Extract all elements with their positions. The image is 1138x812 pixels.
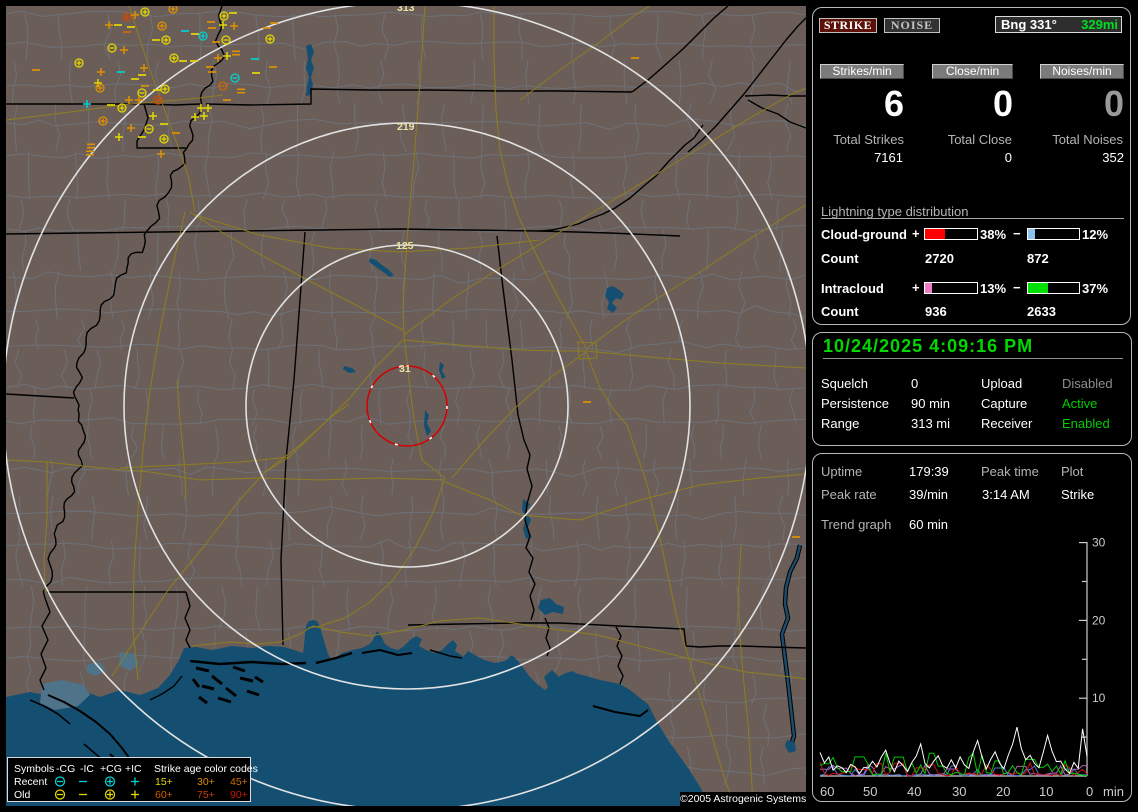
- svg-text:219: 219: [397, 121, 415, 133]
- svg-text:0: 0: [1086, 784, 1093, 799]
- svg-text:50: 50: [863, 784, 877, 799]
- svg-text:313: 313: [397, 6, 415, 14]
- svg-text:125: 125: [396, 240, 414, 252]
- svg-text:min: min: [1103, 784, 1124, 799]
- svg-text:31: 31: [399, 363, 411, 375]
- svg-text:20: 20: [996, 784, 1010, 799]
- svg-text:20: 20: [1092, 613, 1106, 627]
- svg-text:30: 30: [1092, 536, 1106, 550]
- svg-text:40: 40: [907, 784, 921, 799]
- svg-text:60: 60: [820, 784, 834, 799]
- svg-text:30: 30: [952, 784, 966, 799]
- svg-text:10: 10: [1039, 784, 1053, 799]
- svg-text:10: 10: [1092, 691, 1106, 705]
